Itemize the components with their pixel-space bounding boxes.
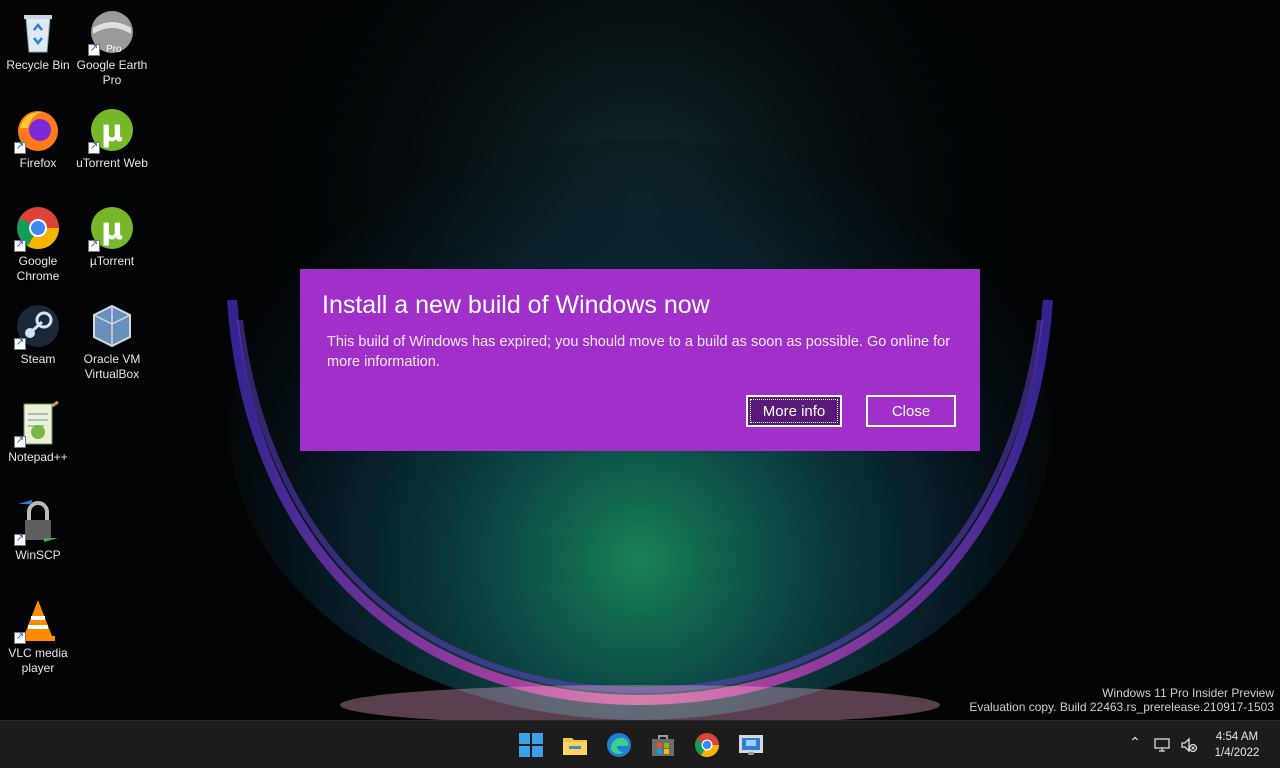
desktop-icon-recycle-bin[interactable]: Recycle Bin bbox=[0, 8, 76, 73]
firefox-icon bbox=[14, 106, 62, 154]
watermark-edition: Windows 11 Pro Insider Preview bbox=[1102, 686, 1274, 700]
build-expired-dialog: Install a new build of Windows now This … bbox=[300, 269, 980, 451]
desktop-icon-label: uTorrent Web bbox=[76, 156, 148, 170]
desktop-icon-google-chrome[interactable]: Google Chrome bbox=[0, 204, 76, 284]
desktop-icon-vlc[interactable]: VLC media player bbox=[0, 596, 76, 676]
shortcut-arrow-icon bbox=[14, 434, 26, 448]
desktop-icon-virtualbox[interactable]: Oracle VM VirtualBox bbox=[74, 302, 150, 382]
svg-text:µ: µ bbox=[101, 212, 123, 247]
desktop-icon-utorrent-web[interactable]: µ uTorrent Web bbox=[74, 106, 150, 171]
start-icon[interactable] bbox=[517, 731, 545, 759]
volume-muted-icon[interactable] bbox=[1180, 736, 1198, 754]
desktop-icon-firefox[interactable]: Firefox bbox=[0, 106, 76, 171]
microsoft-store-icon[interactable] bbox=[649, 731, 677, 759]
desktop-icon-google-earth[interactable]: Pro Google Earth Pro bbox=[74, 8, 150, 88]
desktop-icon-label: µTorrent bbox=[89, 254, 135, 268]
clock-date: 1/4/2022 bbox=[1214, 747, 1260, 759]
chevron-up-icon[interactable]: ⌃ bbox=[1127, 735, 1143, 755]
desktop-icon-label: Oracle VM VirtualBox bbox=[83, 352, 141, 381]
shortcut-arrow-icon bbox=[14, 238, 26, 252]
more-info-button[interactable]: More info bbox=[746, 395, 842, 427]
notepad-plus-plus-icon bbox=[14, 400, 62, 448]
desktop-icon-label: Recycle Bin bbox=[6, 58, 70, 72]
edge-icon[interactable] bbox=[605, 731, 633, 759]
chrome-icon[interactable] bbox=[693, 731, 721, 759]
desktop-icon-winscp[interactable]: WinSCP bbox=[0, 498, 76, 563]
desktop-icon-label: Google Earth Pro bbox=[76, 58, 148, 87]
shortcut-arrow-icon bbox=[88, 42, 100, 56]
desktop-icon-utorrent[interactable]: µ µTorrent bbox=[74, 204, 150, 269]
desktop-icon-label: Steam bbox=[20, 352, 56, 366]
svg-text:µ: µ bbox=[101, 114, 123, 149]
evaluation-watermark: Windows 11 Pro Insider Preview Evaluatio… bbox=[969, 686, 1274, 714]
desktop-icon-notepad-plus-plus[interactable]: Notepad++ bbox=[0, 400, 76, 465]
desktop-icon-label: Google Chrome bbox=[16, 254, 60, 283]
watermark-build: Evaluation copy. Build 22463.rs_prerelea… bbox=[969, 700, 1274, 714]
recycle-bin-icon bbox=[14, 8, 62, 56]
desktop-icon-label: Notepad++ bbox=[8, 450, 68, 464]
remote-desktop-icon[interactable] bbox=[737, 731, 765, 759]
running-indicator bbox=[748, 752, 754, 755]
shortcut-arrow-icon bbox=[14, 630, 26, 644]
shortcut-arrow-icon bbox=[88, 238, 100, 252]
chrome-icon bbox=[14, 204, 62, 252]
shortcut-arrow-icon bbox=[14, 336, 26, 350]
clock-time: 4:54 AM bbox=[1215, 731, 1259, 743]
desktop-icon-label: VLC media player bbox=[8, 646, 68, 675]
shortcut-arrow-icon bbox=[88, 140, 100, 154]
close-button[interactable]: Close bbox=[866, 395, 956, 427]
utorrent-icon: µ bbox=[88, 204, 136, 252]
dialog-title: Install a new build of Windows now bbox=[322, 291, 710, 319]
file-explorer-icon[interactable] bbox=[561, 731, 589, 759]
vlc-icon bbox=[14, 596, 62, 644]
virtualbox-icon bbox=[88, 302, 136, 350]
winscp-icon bbox=[14, 498, 62, 546]
shortcut-arrow-icon bbox=[14, 532, 26, 546]
desktop-icon-label: WinSCP bbox=[15, 548, 61, 562]
svg-text:Pro: Pro bbox=[106, 44, 122, 55]
network-icon[interactable] bbox=[1153, 736, 1171, 754]
shortcut-arrow-icon bbox=[14, 140, 26, 154]
desktop-icon-steam[interactable]: Steam bbox=[0, 302, 76, 367]
desktop-icon-label: Firefox bbox=[19, 156, 57, 170]
dialog-message: This build of Windows has expired; you s… bbox=[327, 334, 951, 370]
steam-icon bbox=[14, 302, 62, 350]
taskbar: ⌃ 4:54 AM 1/4/2022 bbox=[0, 720, 1280, 768]
google-earth-icon: Pro bbox=[88, 8, 136, 56]
taskbar-clock[interactable]: 4:54 AM 1/4/2022 bbox=[1204, 729, 1270, 761]
utorrent-web-icon: µ bbox=[88, 106, 136, 154]
